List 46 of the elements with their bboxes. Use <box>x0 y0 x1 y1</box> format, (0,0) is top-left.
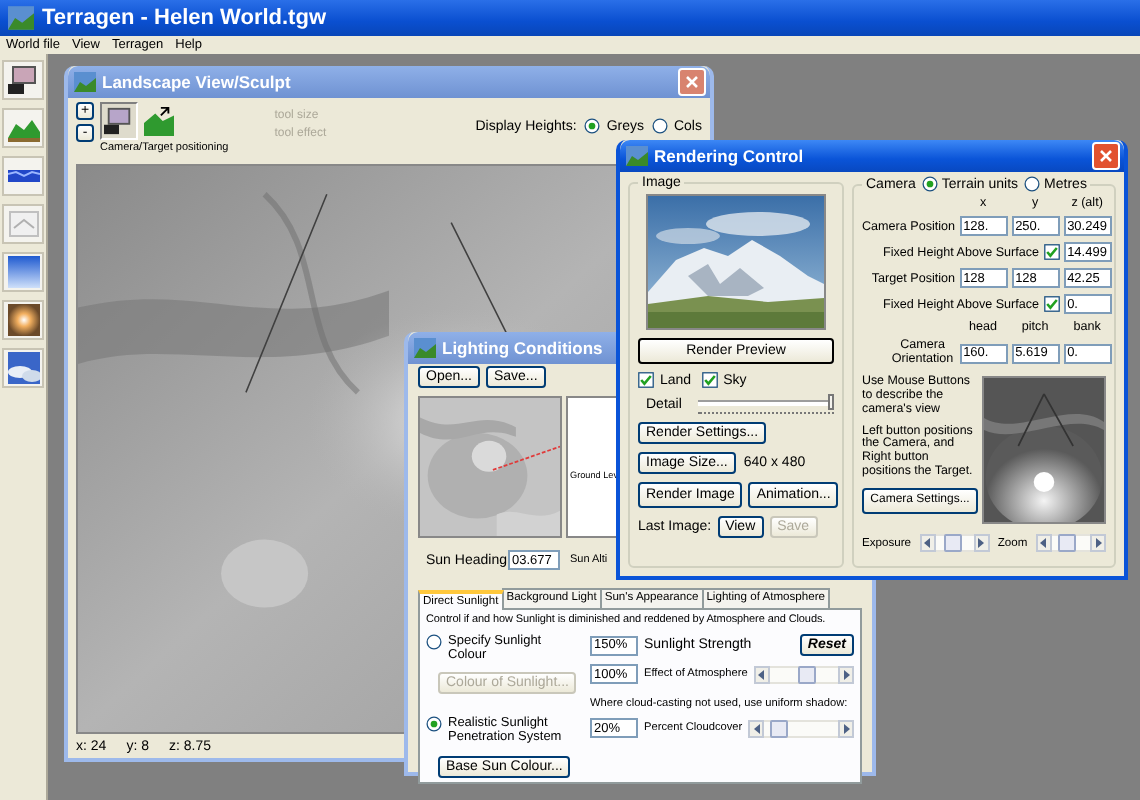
terrain-icon[interactable] <box>2 108 44 148</box>
scroll-left-button[interactable] <box>919 534 935 553</box>
left-arrow-icon <box>753 723 760 733</box>
checkbox[interactable] <box>701 372 718 388</box>
slider-thumb[interactable] <box>828 394 834 410</box>
app-icon <box>626 146 648 166</box>
left-arrow-icon <box>924 538 930 549</box>
radio-button[interactable] <box>921 176 938 192</box>
checkbox[interactable] <box>1043 244 1060 260</box>
sky-icon[interactable] <box>2 252 44 292</box>
monitor-icon[interactable] <box>100 102 138 140</box>
close-icon <box>1100 150 1112 162</box>
app-icon <box>8 6 34 30</box>
window-title: Rendering Control <box>654 146 804 166</box>
checkbox[interactable] <box>1043 296 1060 312</box>
app-title: Terragen - Helen World.tgw <box>42 6 326 30</box>
scroll-right-button[interactable] <box>838 665 854 683</box>
left-arrow-icon <box>1040 538 1047 549</box>
clouds-icon[interactable] <box>2 348 44 388</box>
left-arrow-icon <box>758 669 765 679</box>
right-arrow-icon <box>843 723 849 733</box>
scroll-left-button[interactable] <box>748 719 765 737</box>
terrain-icon[interactable] <box>140 102 178 140</box>
slider-thumb[interactable] <box>944 534 963 553</box>
close-icon <box>686 76 698 88</box>
app-icon <box>74 72 96 92</box>
radio-button[interactable] <box>1024 176 1041 192</box>
close-button[interactable] <box>678 68 706 96</box>
slider-thumb[interactable] <box>1057 534 1076 553</box>
scroll-right-button[interactable] <box>1090 534 1107 553</box>
right-arrow-icon <box>1095 538 1102 549</box>
monitor-icon[interactable] <box>2 60 44 100</box>
scroll-right-button[interactable] <box>838 719 854 737</box>
slider-thumb[interactable] <box>770 719 789 737</box>
water-icon[interactable] <box>2 156 44 196</box>
sun-icon[interactable] <box>2 300 44 340</box>
window-title: Landscape View/Sculpt <box>102 72 291 92</box>
slider-thumb[interactable] <box>797 665 816 683</box>
radio-button[interactable] <box>584 118 601 134</box>
close-button[interactable] <box>1092 142 1120 170</box>
scroll-left-button[interactable] <box>753 665 770 683</box>
scroll-left-button[interactable] <box>1035 534 1052 553</box>
detail-slider[interactable] <box>697 396 834 414</box>
radio-button[interactable] <box>651 118 668 134</box>
right-arrow-icon <box>843 669 849 679</box>
right-arrow-icon <box>978 538 985 549</box>
